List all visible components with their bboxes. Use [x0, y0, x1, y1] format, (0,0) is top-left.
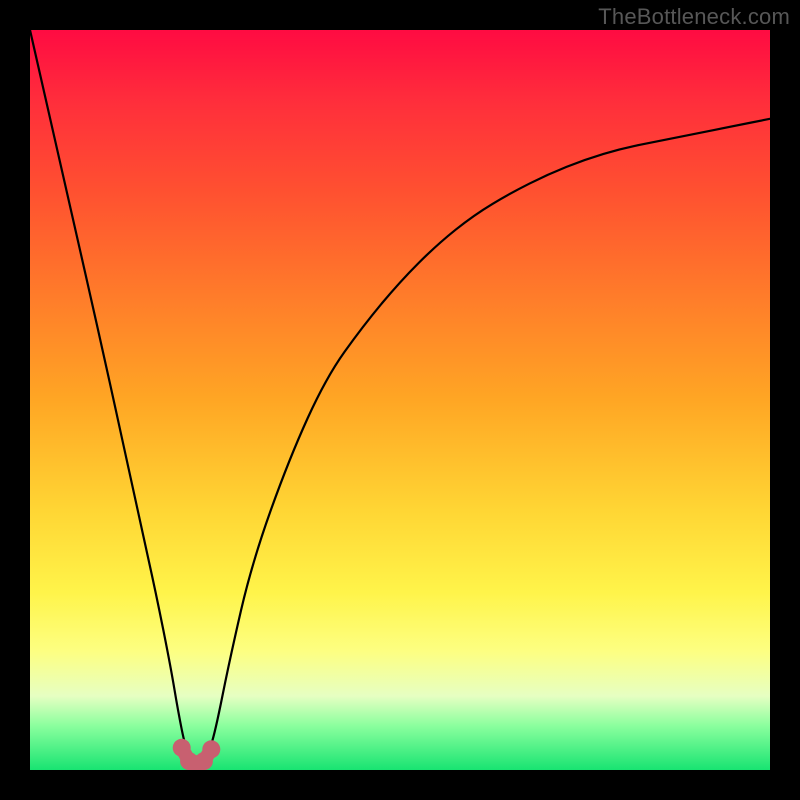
plot-area — [30, 30, 770, 770]
bottleneck-curve — [30, 30, 770, 770]
chart-frame: TheBottleneck.com — [0, 0, 800, 800]
watermark-label: TheBottleneck.com — [598, 4, 790, 30]
trough-marker — [202, 740, 220, 758]
